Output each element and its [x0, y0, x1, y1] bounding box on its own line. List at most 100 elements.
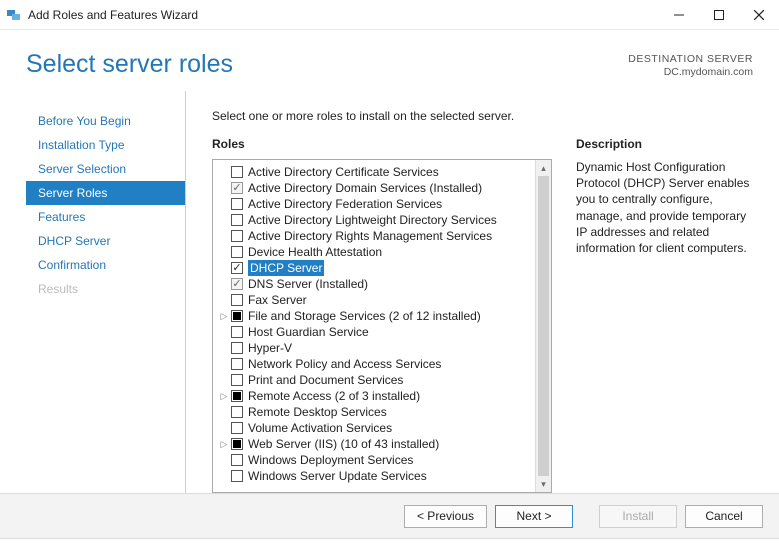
role-item[interactable]: Host Guardian Service [219, 324, 535, 340]
role-checkbox[interactable] [231, 278, 243, 290]
expand-icon[interactable]: ▷ [219, 436, 229, 452]
role-checkbox[interactable] [231, 438, 243, 450]
window-title: Add Roles and Features Wizard [28, 8, 198, 22]
role-checkbox[interactable] [231, 374, 243, 386]
minimize-button[interactable] [659, 1, 699, 29]
role-item[interactable]: ▷ File and Storage Services (2 of 12 inst… [219, 308, 535, 324]
role-label: Network Policy and Access Services [248, 356, 441, 372]
role-item[interactable]: ▷ Remote Access (2 of 3 installed) [219, 388, 535, 404]
nav-step[interactable]: Server Roles [26, 181, 185, 205]
nav-step: Results [26, 277, 185, 301]
role-checkbox[interactable] [231, 470, 243, 482]
role-label: Active Directory Federation Services [248, 196, 442, 212]
role-checkbox[interactable] [231, 294, 243, 306]
role-item[interactable]: Active Directory Rights Management Servi… [219, 228, 535, 244]
titlebar: Add Roles and Features Wizard [0, 0, 779, 30]
role-label: Windows Deployment Services [248, 452, 413, 468]
destination-label: DESTINATION SERVER [628, 53, 753, 66]
role-label: DNS Server (Installed) [248, 276, 368, 292]
description-heading: Description [576, 137, 753, 159]
role-label: Active Directory Certificate Services [248, 164, 439, 180]
expand-icon[interactable]: ▷ [219, 308, 229, 324]
role-label: Remote Desktop Services [248, 404, 387, 420]
app-icon [6, 7, 22, 23]
role-checkbox[interactable] [231, 326, 243, 338]
scroll-track[interactable] [536, 176, 551, 476]
body: Before You BeginInstallation TypeServer … [0, 91, 779, 493]
scrollbar[interactable]: ▴ ▾ [535, 160, 551, 492]
role-checkbox[interactable] [231, 182, 243, 194]
role-checkbox[interactable] [231, 230, 243, 242]
maximize-button[interactable] [699, 1, 739, 29]
role-checkbox[interactable] [231, 246, 243, 258]
main-panel: Select one or more roles to install on t… [186, 91, 753, 493]
role-item[interactable]: Device Health Attestation [219, 244, 535, 260]
role-checkbox[interactable] [231, 342, 243, 354]
role-label: Active Directory Rights Management Servi… [248, 228, 492, 244]
role-label: Fax Server [248, 292, 307, 308]
role-checkbox[interactable] [231, 166, 243, 178]
close-button[interactable] [739, 1, 779, 29]
role-item[interactable]: Volume Activation Services [219, 420, 535, 436]
role-checkbox[interactable] [231, 358, 243, 370]
role-checkbox[interactable] [231, 198, 243, 210]
roles-heading: Roles [212, 137, 552, 159]
role-item[interactable]: Fax Server [219, 292, 535, 308]
next-button[interactable]: Next > [495, 505, 573, 528]
footer: < Previous Next > Install Cancel [0, 493, 779, 539]
destination-server: DESTINATION SERVER DC.mydomain.com [628, 47, 753, 79]
roles-list[interactable]: Active Directory Certificate ServicesAct… [213, 160, 535, 492]
role-label: File and Storage Services (2 of 12 insta… [248, 308, 481, 324]
role-item[interactable]: Remote Desktop Services [219, 404, 535, 420]
role-checkbox[interactable] [231, 422, 243, 434]
roles-listbox: Active Directory Certificate ServicesAct… [212, 159, 552, 493]
role-item[interactable]: DHCP Server [219, 260, 535, 276]
role-checkbox[interactable] [231, 454, 243, 466]
role-item[interactable]: Active Directory Certificate Services [219, 164, 535, 180]
role-item[interactable]: Windows Deployment Services [219, 452, 535, 468]
instruction-text: Select one or more roles to install on t… [212, 91, 753, 137]
page-title: Select server roles [26, 50, 628, 79]
role-checkbox[interactable] [231, 262, 243, 274]
role-label: Host Guardian Service [248, 324, 369, 340]
role-label: Hyper-V [248, 340, 292, 356]
role-label: Volume Activation Services [248, 420, 392, 436]
scroll-down-button[interactable]: ▾ [536, 476, 551, 492]
nav-step[interactable]: Server Selection [26, 157, 185, 181]
role-item[interactable]: Active Directory Federation Services [219, 196, 535, 212]
nav-step[interactable]: Installation Type [26, 133, 185, 157]
role-label: Web Server (IIS) (10 of 43 installed) [248, 436, 439, 452]
role-item[interactable]: ▷ Web Server (IIS) (10 of 43 installed) [219, 436, 535, 452]
wizard-nav: Before You BeginInstallation TypeServer … [26, 91, 186, 493]
expand-icon[interactable]: ▷ [219, 388, 229, 404]
role-item[interactable]: Hyper-V [219, 340, 535, 356]
role-checkbox[interactable] [231, 214, 243, 226]
role-label: Print and Document Services [248, 372, 403, 388]
role-label: Device Health Attestation [248, 244, 382, 260]
role-item[interactable]: Print and Document Services [219, 372, 535, 388]
role-label: DHCP Server [248, 260, 324, 276]
description-text: Dynamic Host Configuration Protocol (DHC… [576, 159, 753, 256]
scroll-up-button[interactable]: ▴ [536, 160, 551, 176]
role-label: Active Directory Domain Services (Instal… [248, 180, 482, 196]
nav-step[interactable]: Confirmation [26, 253, 185, 277]
nav-step[interactable]: Features [26, 205, 185, 229]
cancel-button[interactable]: Cancel [685, 505, 763, 528]
scroll-thumb[interactable] [538, 176, 549, 476]
role-checkbox[interactable] [231, 310, 243, 322]
role-item[interactable]: DNS Server (Installed) [219, 276, 535, 292]
role-item[interactable]: Windows Server Update Services [219, 468, 535, 484]
role-label: Remote Access (2 of 3 installed) [248, 388, 420, 404]
destination-value: DC.mydomain.com [628, 66, 753, 79]
role-item[interactable]: Network Policy and Access Services [219, 356, 535, 372]
role-item[interactable]: Active Directory Lightweight Directory S… [219, 212, 535, 228]
role-item[interactable]: Active Directory Domain Services (Instal… [219, 180, 535, 196]
install-button[interactable]: Install [599, 505, 677, 528]
role-checkbox[interactable] [231, 390, 243, 402]
role-label: Active Directory Lightweight Directory S… [248, 212, 497, 228]
previous-button[interactable]: < Previous [404, 505, 487, 528]
header: Select server roles DESTINATION SERVER D… [0, 30, 779, 91]
nav-step[interactable]: DHCP Server [26, 229, 185, 253]
role-checkbox[interactable] [231, 406, 243, 418]
nav-step[interactable]: Before You Begin [26, 109, 185, 133]
